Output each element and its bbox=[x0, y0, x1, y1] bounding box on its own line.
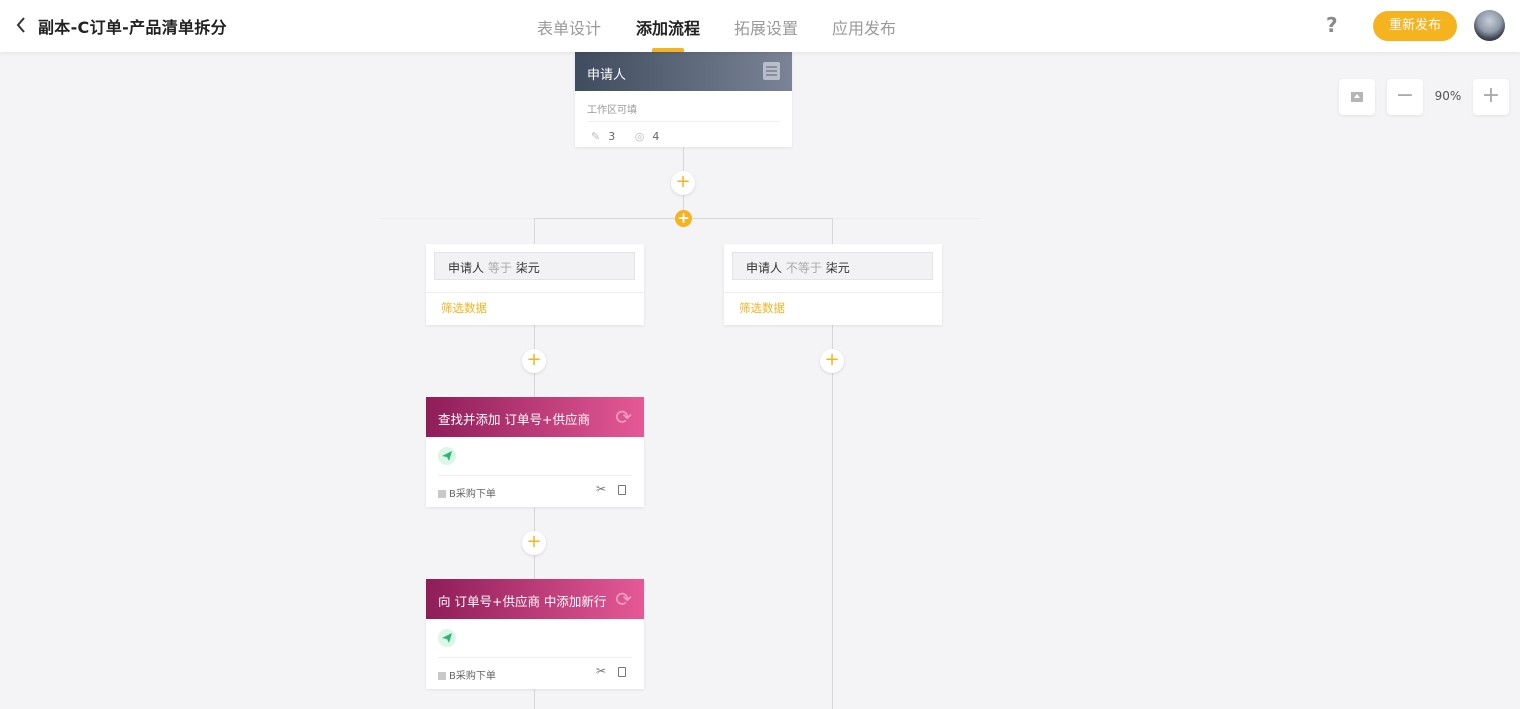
applicant-node-subtitle: 工作区可填 bbox=[587, 105, 637, 116]
action-node[interactable]: 查找并添加 订单号+供应商 ⟳ B采购下单 ✂ bbox=[426, 397, 644, 507]
add-node-button[interactable]: + bbox=[522, 349, 546, 373]
edit-count: ✎ 3 bbox=[591, 130, 616, 143]
connector-line bbox=[534, 688, 535, 709]
active-tab-indicator bbox=[652, 48, 684, 52]
back-button[interactable] bbox=[14, 15, 28, 35]
locate-icon bbox=[1351, 92, 1363, 102]
view-count: ◎ 4 bbox=[634, 130, 660, 143]
chevron-left-icon bbox=[16, 17, 25, 33]
copy-icon[interactable] bbox=[618, 667, 626, 677]
condition-expression: 申请人 不等于 柒元 bbox=[732, 252, 933, 280]
help-icon[interactable]: ? bbox=[1326, 13, 1338, 37]
action-node-header: 查找并添加 订单号+供应商 ⟳ bbox=[426, 397, 644, 437]
add-node-button[interactable]: + bbox=[522, 531, 546, 555]
pencil-icon: ✎ bbox=[591, 130, 601, 143]
tab-add-process[interactable]: 添加流程 bbox=[636, 15, 700, 39]
divider bbox=[438, 475, 632, 476]
scissors-icon[interactable]: ✂ bbox=[596, 482, 606, 496]
top-header: 副本-C订单-产品清单拆分 表单设计 添加流程 拓展设置 应用发布 ? 重新发布 bbox=[0, 0, 1520, 52]
connector-line bbox=[534, 218, 535, 245]
eye-icon: ◎ bbox=[634, 130, 645, 143]
filter-data-link[interactable]: 筛选数据 bbox=[739, 300, 785, 316]
action-worksheet: B采购下单 bbox=[438, 485, 496, 500]
republish-button[interactable]: 重新发布 bbox=[1373, 11, 1457, 41]
action-node-title: 查找并添加 订单号+供应商 bbox=[438, 412, 590, 427]
divider bbox=[724, 292, 942, 293]
zoom-out-button[interactable]: − bbox=[1387, 79, 1423, 115]
avatar[interactable] bbox=[1474, 10, 1505, 41]
form-icon bbox=[763, 62, 780, 80]
condition-expression: 申请人 等于 柒元 bbox=[434, 252, 635, 280]
refresh-icon: ⟳ bbox=[615, 405, 632, 429]
connector-line bbox=[832, 324, 833, 709]
refresh-icon: ⟳ bbox=[615, 587, 632, 611]
zoom-in-button[interactable]: + bbox=[1473, 79, 1509, 115]
tab-form-design[interactable]: 表单设计 bbox=[537, 15, 601, 39]
action-node[interactable]: 向 订单号+供应商 中添加新行 ⟳ B采购下单 ✂ bbox=[426, 579, 644, 689]
divider bbox=[438, 657, 632, 658]
action-worksheet: B采购下单 bbox=[438, 667, 496, 682]
applicant-node-title: 申请人 bbox=[587, 68, 627, 83]
worksheet-icon bbox=[438, 490, 446, 498]
applicant-node-header: 申请人 bbox=[575, 52, 792, 91]
add-branch-button[interactable]: + bbox=[675, 210, 692, 227]
divider bbox=[426, 292, 644, 293]
action-node-header: 向 订单号+供应商 中添加新行 ⟳ bbox=[426, 579, 644, 619]
locate-button[interactable] bbox=[1339, 79, 1375, 115]
field-counts: ✎ 3 ◎ 4 bbox=[575, 122, 792, 151]
scissors-icon[interactable]: ✂ bbox=[596, 664, 606, 678]
add-node-button[interactable]: + bbox=[671, 171, 695, 195]
send-icon bbox=[438, 447, 456, 465]
copy-icon[interactable] bbox=[618, 485, 626, 495]
condition-node[interactable]: 申请人 不等于 柒元 筛选数据 bbox=[724, 244, 942, 325]
condition-node[interactable]: 申请人 等于 柒元 筛选数据 bbox=[426, 244, 644, 325]
filter-data-link[interactable]: 筛选数据 bbox=[441, 300, 487, 316]
connector-line bbox=[832, 218, 833, 245]
zoom-level: 90% bbox=[1434, 89, 1462, 103]
app-title: 副本-C订单-产品清单拆分 bbox=[38, 18, 227, 37]
worksheet-icon bbox=[438, 672, 446, 680]
applicant-node[interactable]: 申请人 工作区可填 ✎ 3 ◎ 4 bbox=[575, 52, 792, 147]
add-node-button[interactable]: + bbox=[820, 349, 844, 373]
send-icon bbox=[438, 629, 456, 647]
tab-extension-settings[interactable]: 拓展设置 bbox=[734, 15, 798, 39]
action-node-title: 向 订单号+供应商 中添加新行 bbox=[438, 594, 607, 609]
tab-app-publish[interactable]: 应用发布 bbox=[832, 15, 896, 39]
